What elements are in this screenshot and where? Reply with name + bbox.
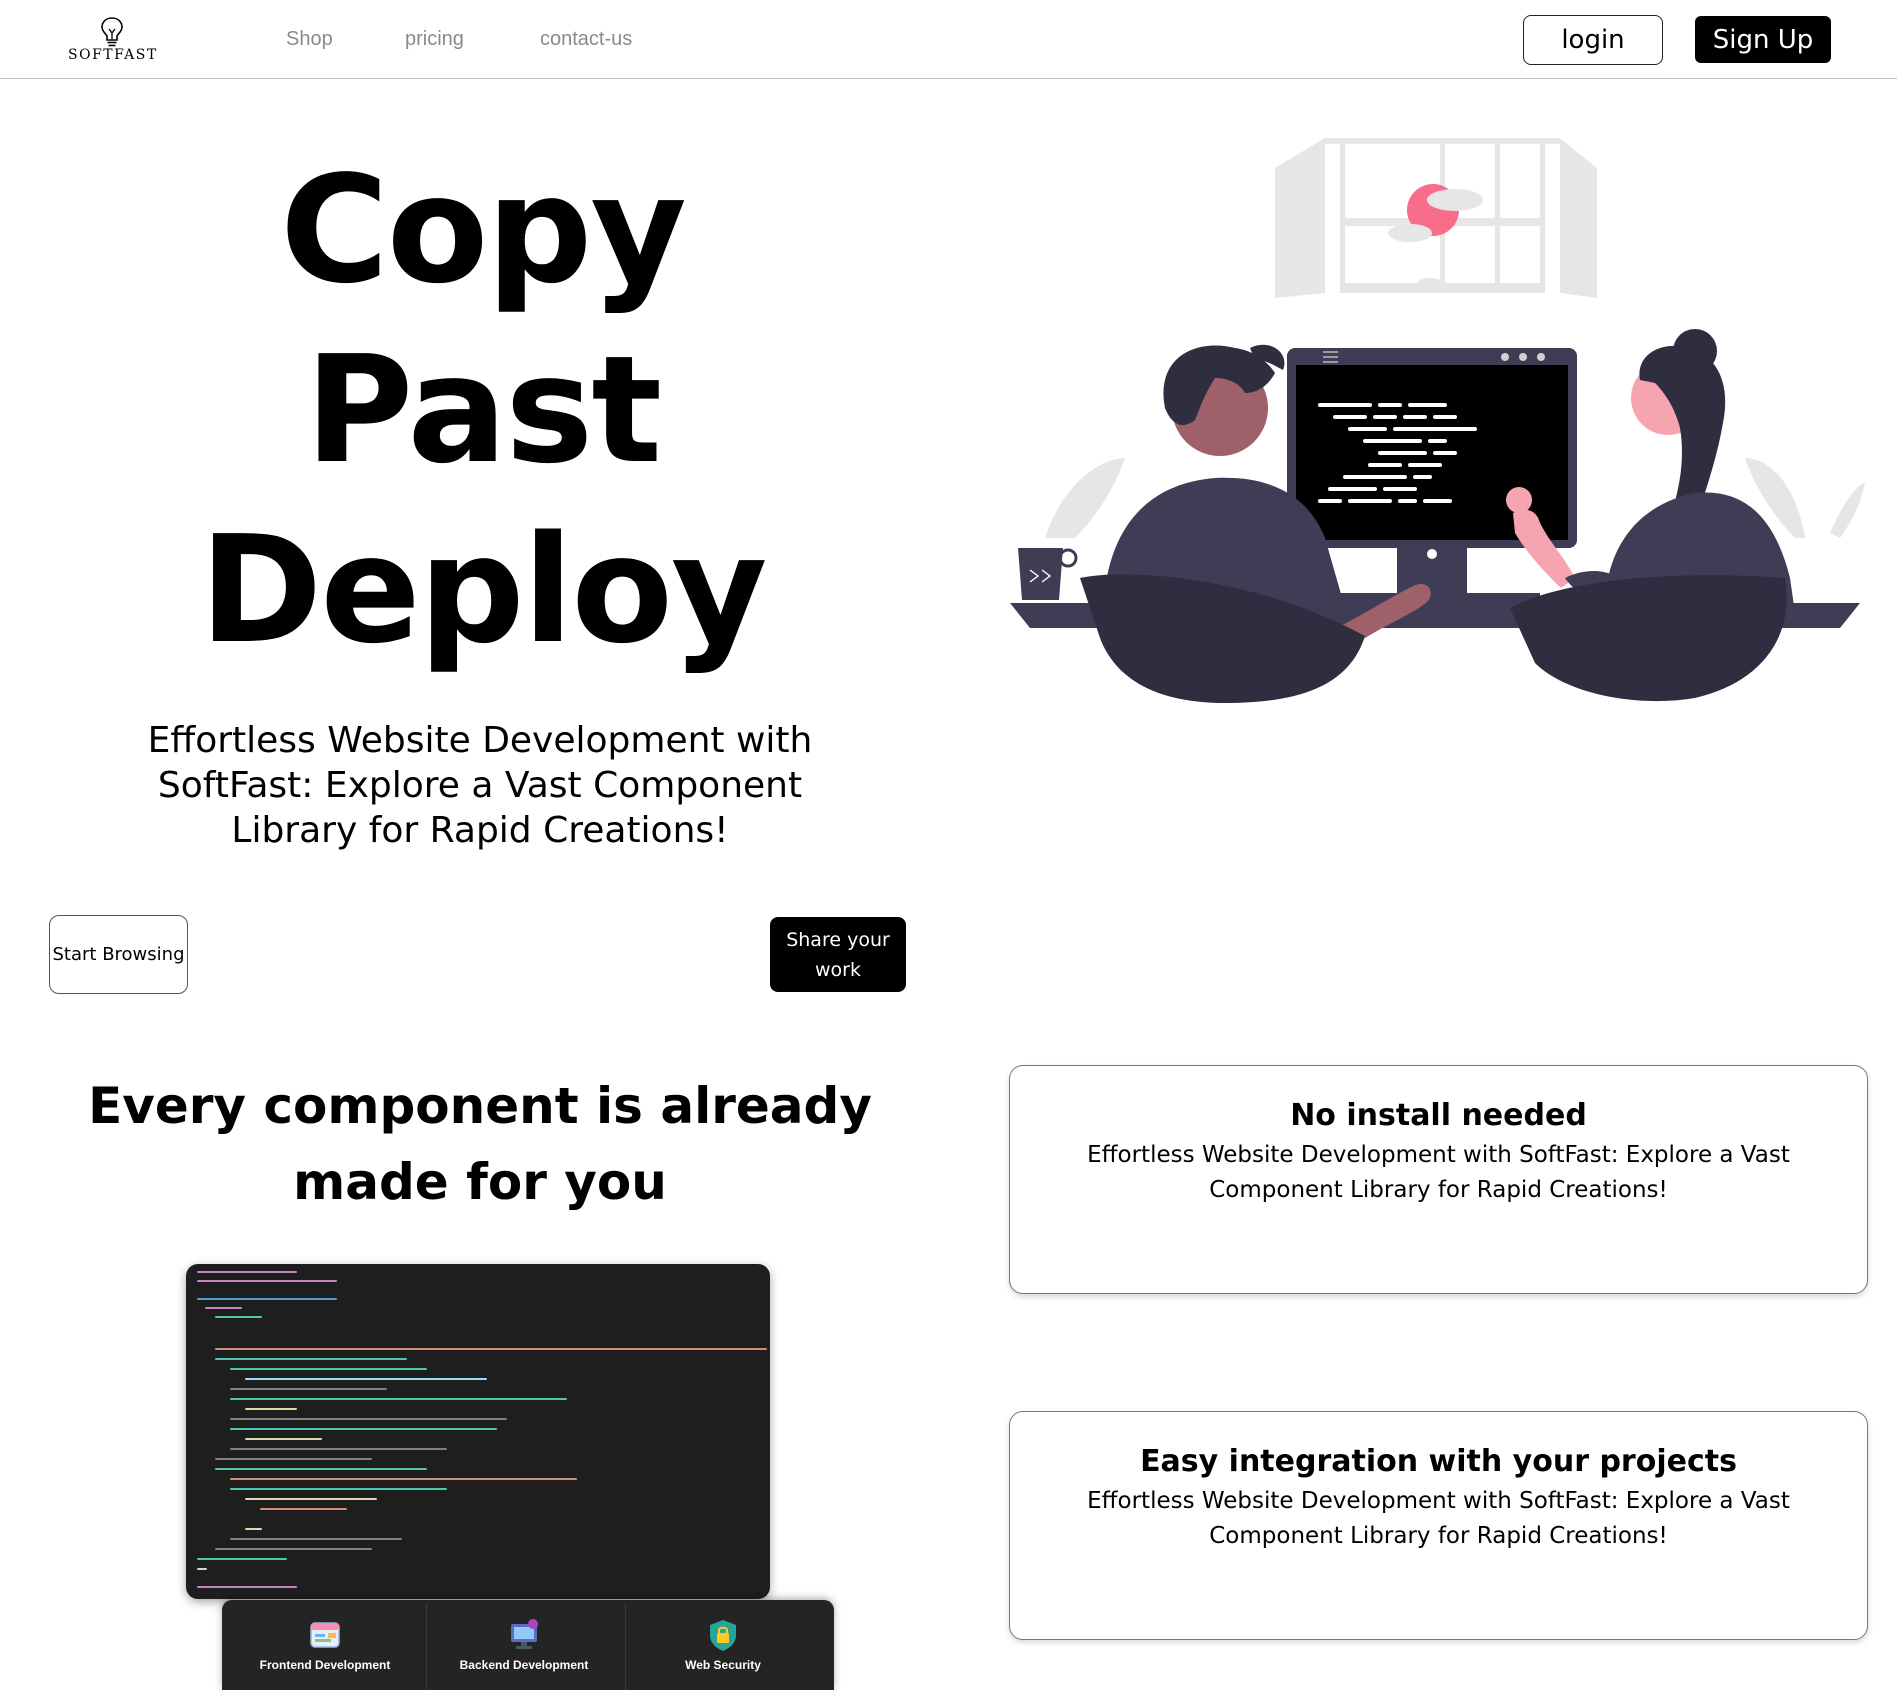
nav-link-pricing[interactable]: pricing (405, 28, 464, 51)
start-browsing-button[interactable]: Start Browsing (49, 915, 188, 994)
hero-illustration (1005, 138, 1865, 708)
nav-link-shop[interactable]: Shop (286, 28, 333, 51)
developers-illustration (1010, 138, 1865, 703)
navbar: SOFTFAST Shop pricing contact-us login S… (0, 0, 1897, 79)
feature-description: Effortless Website Development with Soft… (1087, 1142, 1790, 1203)
skill-label: Web Security (685, 1658, 761, 1672)
skill-divider (426, 1604, 427, 1690)
code-preview-graphic (197, 1271, 767, 1588)
feature-card-no-install: No install needed Effortless Website Dev… (1009, 1065, 1868, 1294)
skill-web-security: Web Security (628, 1618, 818, 1672)
skill-label: Backend Development (459, 1658, 589, 1672)
hero-subtitle: Effortless Website Development with Soft… (147, 720, 813, 851)
feature-description: Effortless Website Development with Soft… (1087, 1488, 1790, 1549)
logo-text: SOFTFAST (68, 47, 158, 63)
share-your-work-button[interactable]: Share your work (770, 917, 906, 992)
hero-title-line-3: Deploy (199, 504, 767, 676)
hero-title-line-2: Past (304, 324, 662, 496)
lightbulb-icon (101, 17, 123, 47)
skill-frontend-development: Frontend Development (230, 1618, 420, 1672)
sign-up-button[interactable]: Sign Up (1695, 16, 1831, 63)
feature-card-easy-integration: Easy integration with your projects Effo… (1009, 1411, 1868, 1640)
hero-title: Copy Past Deploy (0, 140, 965, 680)
monitor-icon (511, 1619, 538, 1649)
browser-icon (310, 1622, 340, 1648)
skill-label: Frontend Development (259, 1658, 391, 1672)
shield-lock-icon (710, 1620, 736, 1651)
feature-title: Easy integration with your projects (1140, 1444, 1737, 1479)
components-heading: Every component is already made for you (88, 1077, 872, 1211)
nav-link-contact-us[interactable]: contact-us (540, 28, 632, 51)
feature-title: No install needed (1290, 1098, 1587, 1133)
hero-title-line-1: Copy (280, 144, 687, 316)
login-button[interactable]: login (1523, 15, 1663, 65)
logo[interactable]: SOFTFAST (68, 16, 156, 63)
skill-divider (625, 1604, 626, 1690)
skills-preview-card: Frontend Development Backend Development… (222, 1600, 834, 1690)
skill-backend-development: Backend Development (429, 1618, 619, 1672)
code-preview-image (186, 1264, 770, 1599)
